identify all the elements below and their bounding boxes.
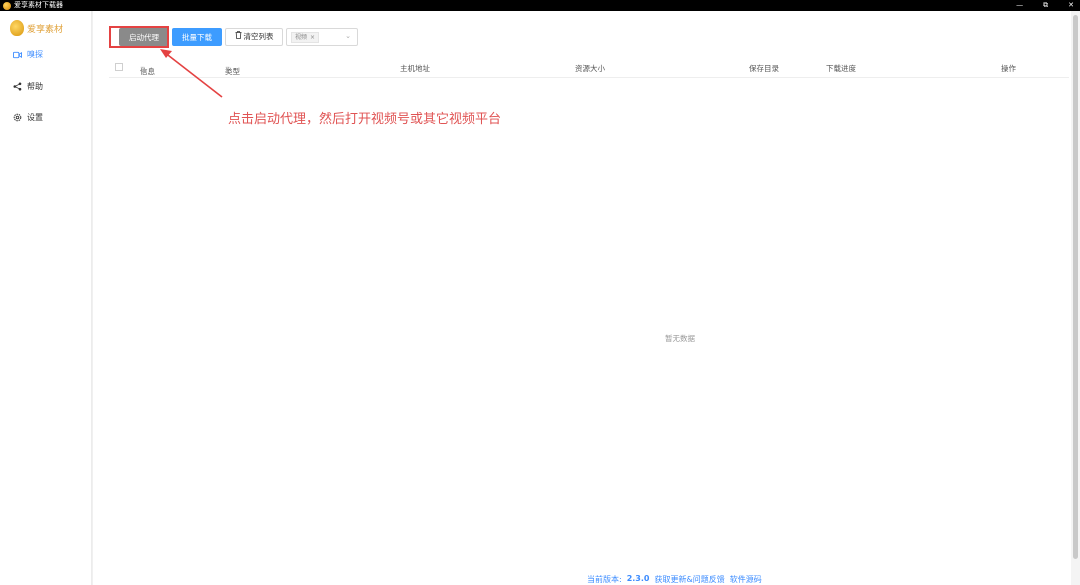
annotation-text: 点击启动代理，然后打开视频号或其它视频平台	[228, 112, 502, 127]
annotation-arrow	[160, 49, 223, 98]
